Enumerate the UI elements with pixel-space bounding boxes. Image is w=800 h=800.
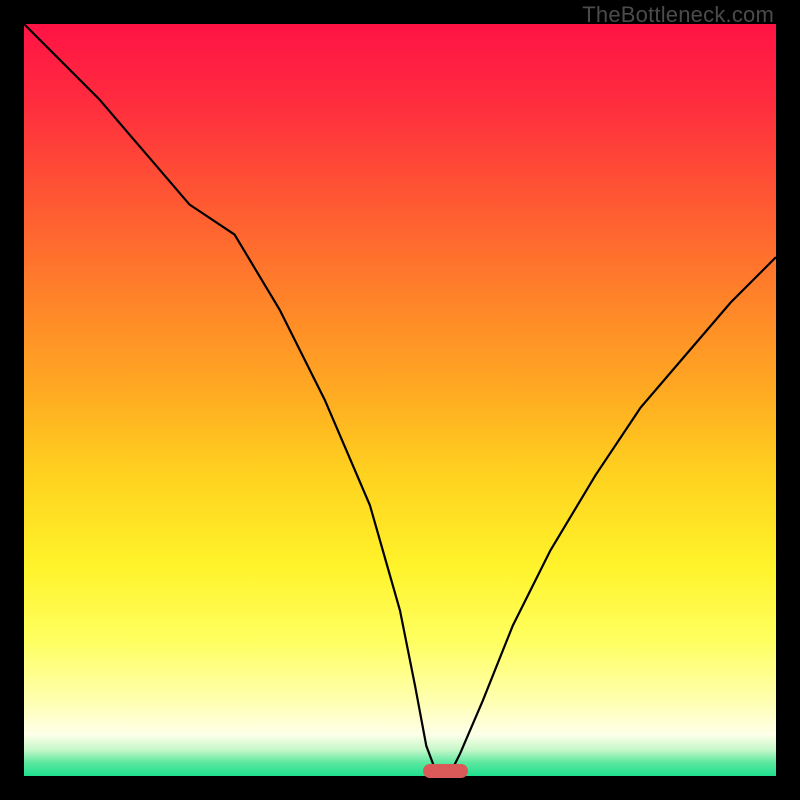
chart-frame <box>24 24 776 776</box>
optimal-range-marker <box>423 764 468 778</box>
watermark-text: TheBottleneck.com <box>582 2 774 28</box>
bottleneck-chart <box>24 24 776 776</box>
chart-background <box>24 24 776 776</box>
